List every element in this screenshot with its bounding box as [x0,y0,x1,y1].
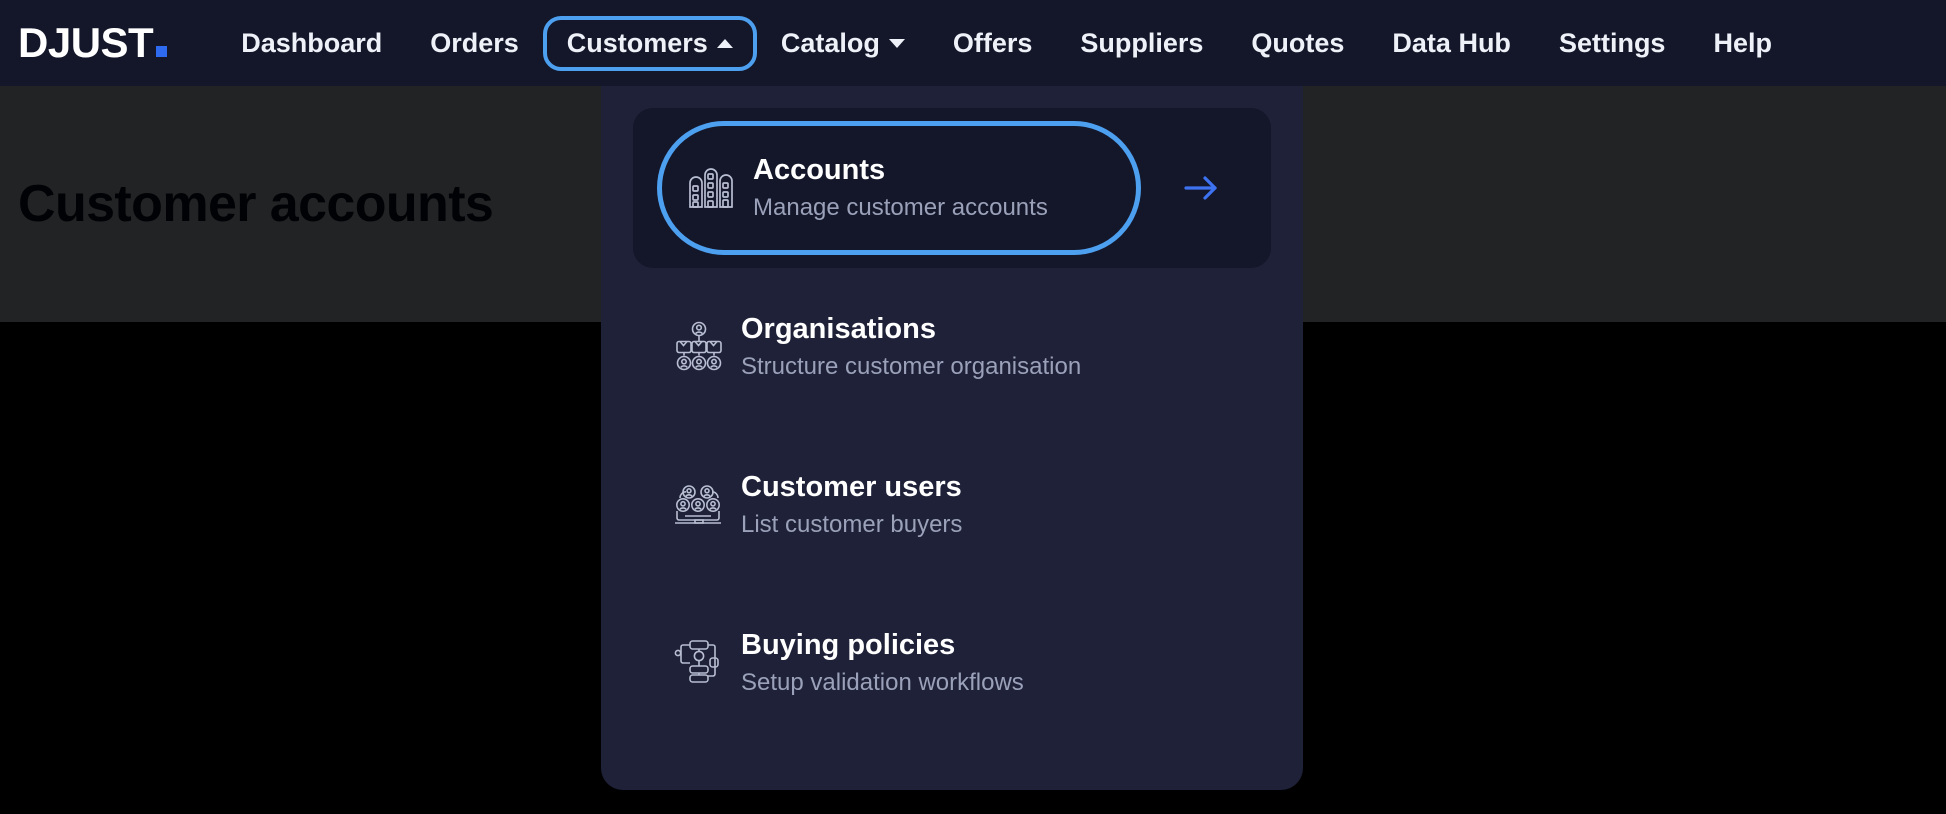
dropdown-item-subtitle: Setup validation workflows [741,668,1024,696]
nav-item-dashboard[interactable]: Dashboard [217,16,406,71]
brand-logo[interactable]: DJUST [18,19,168,66]
nav-item-label: Help [1713,27,1772,58]
nav-item-orders[interactable]: Orders [406,16,543,71]
nav-item-label: Quotes [1251,27,1345,58]
dropdown-item-subtitle: Structure customer organisation [741,352,1082,380]
nav-item-label: Catalog [780,27,880,58]
nav-item-customers[interactable]: Customers [542,15,757,71]
dropdown-item-buying-policies[interactable]: Buying policies Setup validation workflo… [601,584,1303,742]
nav-item-quotes[interactable]: Quotes [1227,16,1368,71]
dropdown-item-title: Organisations [741,312,936,345]
dropdown-item-title: Buying policies [741,628,956,661]
nav-item-offers[interactable]: Offers [929,16,1057,71]
dropdown-item-subtitle: Manage customer accounts [753,193,1048,221]
dropdown-item-text: Organisations Structure customer organis… [741,311,1081,384]
chevron-up-icon [716,38,733,48]
nav-item-label: Data Hub [1392,27,1511,58]
nav-item-settings[interactable]: Settings [1535,16,1690,71]
dropdown-item-text: Accounts Manage customer accounts [753,152,1048,225]
nav-item-help[interactable]: Help [1689,16,1796,71]
dropdown-item-organisations[interactable]: Organisations Structure customer organis… [601,268,1303,426]
dropdown-item-subtitle: List customer buyers [741,510,963,538]
nav-item-label: Suppliers [1080,27,1204,58]
top-navigation-bar: DJUST Dashboard Orders Customers Catalog… [0,0,1946,86]
dropdown-item-customer-users[interactable]: Customer users List customer buyers [601,426,1303,584]
nav-item-label: Orders [430,27,519,58]
dropdown-item-text: Customer users List customer buyers [741,469,962,542]
nav-item-suppliers[interactable]: Suppliers [1056,16,1227,71]
brand-logo-dot-icon [156,46,168,57]
customers-dropdown-panel: Accounts Manage customer accounts Organi… [601,86,1303,790]
workflow-icon [657,636,741,690]
dropdown-item-text: Buying policies Setup validation workflo… [741,627,1024,700]
nav-item-label: Settings [1558,27,1666,58]
brand-logo-text: DJUST [18,19,154,66]
people-group-icon [657,478,741,532]
nav-item-label: Customers [566,27,708,58]
nav-item-label: Offers [952,27,1033,58]
dropdown-item-title: Accounts [753,153,886,186]
nav-item-data-hub[interactable]: Data Hub [1368,16,1535,71]
nav-item-catalog[interactable]: Catalog [757,16,929,71]
dropdown-item-title: Customer users [741,470,962,503]
org-chart-icon [657,320,741,374]
dropdown-item-accounts[interactable]: Accounts Manage customer accounts [633,108,1271,268]
chevron-down-icon [888,38,905,48]
nav-items: Dashboard Orders Customers Catalog Offer… [217,15,1796,71]
buildings-icon [669,161,753,215]
arrow-right-icon[interactable] [1181,171,1221,205]
nav-item-label: Dashboard [241,27,383,58]
